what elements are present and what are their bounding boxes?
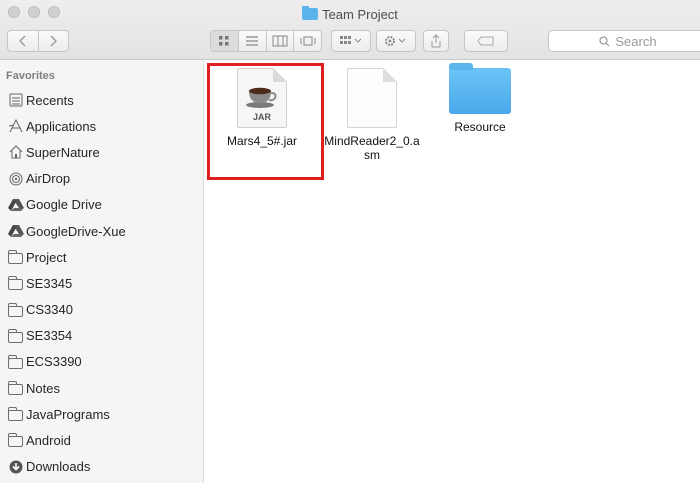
sidebar-item-label: JavaPrograms [26,406,110,422]
search-field[interactable]: Search [548,30,700,52]
column-view-icon [272,35,288,47]
folder-icon [8,302,23,317]
folder-icon [8,381,23,396]
sidebar-item-notes[interactable]: Notes [0,375,204,401]
sidebar-item-label: ECS3390 [26,354,82,370]
file-item-jar[interactable]: JAR Mars4_5#.jar [207,63,324,180]
sidebar-item-label: Applications [26,118,97,134]
folder-icon [8,407,23,422]
google-drive-icon [8,225,24,238]
sidebar-item-google-drive[interactable]: Google Drive [0,192,204,218]
applications-icon [8,119,23,133]
gallery-view-button[interactable] [293,31,321,51]
file-item-asm[interactable]: MindReader2_0.asm [317,68,427,162]
file-name: MindReader2_0.asm [324,134,420,162]
file-name: Resource [454,120,506,134]
view-mode-buttons [210,30,322,52]
sidebar-item-se3345[interactable]: SE3345 [0,270,204,296]
sidebar-item-label: Android [26,433,71,449]
finder-window: Team Project Search Favorites Recents Ap… [0,0,700,483]
icon-view-button[interactable] [211,31,238,51]
back-forward-buttons [7,30,69,52]
folder-icon [8,354,23,369]
chevron-left-icon [18,35,26,47]
share-icon [431,34,441,48]
sidebar-item-recents[interactable]: Recents [0,87,204,113]
folder-icon [8,276,23,291]
gallery-view-icon [300,36,316,46]
search-placeholder: Search [615,33,657,49]
sidebar-item-project[interactable]: Project [0,244,204,270]
sidebar-list: Recents Applications SuperNature AirDrop… [0,87,204,480]
sidebar-item-label: Recents [26,92,74,108]
action-button[interactable] [376,30,416,52]
sidebar-item-airdrop[interactable]: AirDrop [0,166,204,192]
coffee-cup-icon [246,87,277,108]
sidebar-item-label: SE3354 [26,328,73,344]
sidebar-section-heading: Favorites [6,70,55,82]
file-browser: JAR Mars4_5#.jar MindReader2_0.asm Resou… [205,60,700,483]
tags-button[interactable] [464,30,508,52]
sidebar-item-label: SE3345 [26,275,73,291]
sidebar-item-android[interactable]: Android [0,427,204,453]
sidebar-item-label: Downloads [26,459,91,475]
folder-icon [8,433,23,448]
file-item-folder[interactable]: Resource [425,63,535,134]
folder-icon [449,63,511,114]
chevron-right-icon [50,35,58,47]
sidebar-item-label: AirDrop [26,171,71,187]
sidebar-item-label: GoogleDrive-Xue [26,223,126,239]
airdrop-icon [9,172,23,186]
google-drive-icon [8,198,24,211]
document-icon [347,68,397,128]
toolbar: Team Project Search [0,0,700,60]
sidebar-item-javaprograms[interactable]: JavaPrograms [0,401,204,427]
sidebar-item-label: Notes [26,380,60,396]
sidebar-item-googledrive-xue[interactable]: GoogleDrive-Xue [0,218,204,244]
arrange-icon [340,36,362,44]
arrange-button[interactable] [331,30,371,52]
jar-file-icon: JAR [237,68,287,128]
sidebar-item-label: SuperNature [26,144,100,160]
sidebar-item-cs3340[interactable]: CS3340 [0,297,204,323]
sidebar-item-label: Project [26,249,67,265]
column-view-button[interactable] [265,31,294,51]
downloads-icon [9,460,23,474]
back-button[interactable] [8,31,38,51]
sidebar-item-label: Google Drive [26,197,102,213]
sidebar-item-applications[interactable]: Applications [0,113,204,139]
tag-icon [477,36,494,46]
home-icon [9,145,23,159]
sidebar-item-downloads[interactable]: Downloads [0,454,204,480]
jar-badge: JAR [252,112,271,122]
folder-icon [8,250,23,265]
folder-icon [302,6,319,20]
list-view-button[interactable] [237,31,266,51]
sidebar-item-label: CS3340 [26,302,73,318]
sidebar-item-ecs3390[interactable]: ECS3390 [0,349,204,375]
gear-icon [385,36,406,46]
sidebar: Favorites Recents Applications SuperNatu… [0,60,204,483]
forward-button[interactable] [37,31,68,51]
folder-icon [8,328,23,343]
search-icon [599,35,610,46]
recents-icon [9,93,23,107]
icon-view-icon [219,36,229,46]
share-button[interactable] [423,30,449,52]
sidebar-item-supernature[interactable]: SuperNature [0,139,204,165]
window-title: Team Project [0,6,700,22]
sidebar-item-se3354[interactable]: SE3354 [0,323,204,349]
list-view-icon [246,36,259,46]
